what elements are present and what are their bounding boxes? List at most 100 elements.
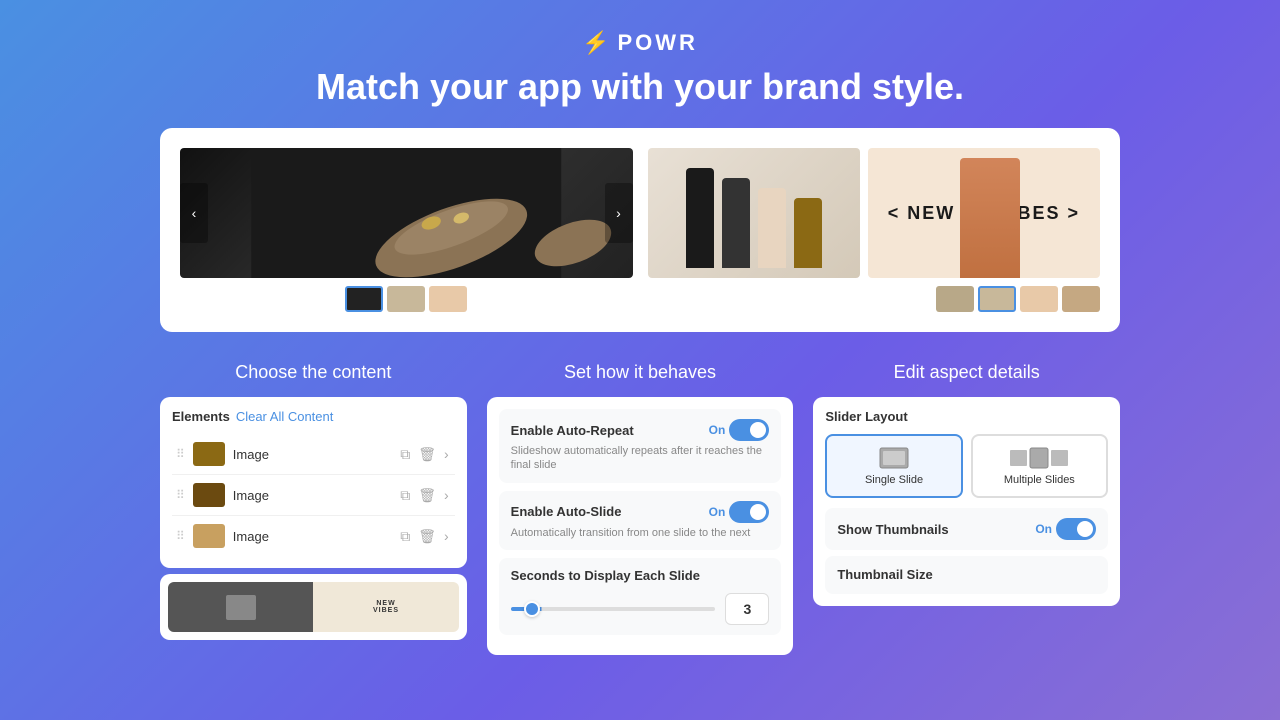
preview-mini: NEW VIBES [168, 582, 459, 632]
delete-icon-3[interactable]: 🗑 [416, 526, 438, 547]
single-slide-svg [878, 446, 910, 470]
element-label-1: Image [233, 447, 390, 462]
preview-right: < NEW VIBES > [648, 148, 1101, 312]
panel-behavior-title: Set how it behaves [487, 362, 794, 383]
delete-icon-2[interactable]: 🗑 [416, 485, 438, 506]
element-actions-3: ⧉ 🗑 › [398, 526, 450, 547]
thumbnail-size-row: Thumbnail Size [825, 556, 1108, 594]
logo-area: ⚡ POWR [0, 30, 1280, 56]
layout-options: Single Slide Multiple Slides [825, 434, 1108, 498]
delete-icon-1[interactable]: 🗑 [416, 444, 438, 465]
expand-icon-1[interactable]: › [442, 444, 451, 464]
layout-option-multiple[interactable]: Multiple Slides [971, 434, 1108, 498]
seconds-slider-row: 3 [511, 593, 770, 625]
slide-next-button[interactable]: › [605, 183, 633, 243]
multiple-slides-label: Multiple Slides [983, 474, 1096, 486]
thumbnail-size-label: Thumbnail Size [837, 567, 932, 582]
slide-vibes: < NEW VIBES > [868, 148, 1100, 278]
logo-text: POWR [617, 30, 697, 56]
thumbnails-right [648, 286, 1101, 312]
thumb-1[interactable] [345, 286, 383, 312]
slide-prev-button[interactable]: ‹ [180, 183, 208, 243]
element-actions-2: ⧉ 🗑 › [398, 485, 450, 506]
thumb-2[interactable] [387, 286, 425, 312]
show-thumbnails-row: Show Thumbnails On [825, 508, 1108, 550]
thumb-3[interactable] [429, 286, 467, 312]
panel-aspect-title: Edit aspect details [813, 362, 1120, 383]
auto-slide-desc: Automatically transition from one slide … [511, 526, 770, 540]
auto-slide-toggle-label: On [709, 505, 726, 519]
vibes-model [960, 158, 1020, 278]
slider-layout-label: Slider Layout [825, 409, 1108, 424]
preview-mini-left [168, 582, 313, 632]
clear-all-button[interactable]: Clear All Content [236, 409, 334, 424]
duplicate-icon-2[interactable]: ⧉ [398, 485, 412, 506]
thumb-r1[interactable] [936, 286, 974, 312]
preview-container: ‹ › < N [160, 128, 1120, 332]
thumbnails-toggle-label: On [1035, 522, 1052, 536]
drag-handle-2[interactable]: ⠿ [176, 488, 185, 502]
element-label-2: Image [233, 488, 390, 503]
element-thumb-2 [193, 483, 225, 507]
mini-text-vibes: VIBES [373, 607, 399, 614]
mini-image [226, 595, 256, 620]
panel-content: Choose the content Elements Clear All Co… [160, 362, 467, 655]
thumb-r2[interactable] [978, 286, 1016, 312]
seconds-slider-title: Seconds to Display Each Slide [511, 568, 770, 583]
preview-mini-right: NEW VIBES [313, 582, 458, 632]
person-1 [686, 168, 714, 268]
elements-header: Elements Clear All Content [172, 409, 455, 424]
element-thumb-1 [193, 442, 225, 466]
seconds-slider-section: Seconds to Display Each Slide 3 [499, 558, 782, 635]
auto-repeat-row: Enable Auto-Repeat On [511, 419, 770, 441]
preview-left: ‹ › [180, 148, 633, 312]
slide-hand: ‹ › [180, 148, 633, 278]
mini-text-new: NEW [376, 600, 395, 607]
element-thumb-3 [193, 524, 225, 548]
panel-aspect: Edit aspect details Slider Layout Single… [813, 362, 1120, 655]
multiple-slides-svg [1009, 446, 1069, 470]
drag-handle-1[interactable]: ⠿ [176, 447, 185, 461]
expand-icon-2[interactable]: › [442, 485, 451, 505]
auto-slide-item: Enable Auto-Slide On Automatically trans… [499, 491, 782, 550]
element-row-1: ⠿ Image ⧉ 🗑 › [172, 434, 455, 475]
auto-repeat-toggle-container: On [709, 419, 770, 441]
auto-slide-toggle[interactable] [729, 501, 769, 523]
elements-label: Elements [172, 409, 230, 424]
expand-icon-3[interactable]: › [442, 526, 451, 546]
seconds-slider-input[interactable] [511, 607, 716, 611]
vibes-left-text: < NEW [888, 203, 956, 224]
auto-repeat-desc: Slideshow automatically repeats after it… [511, 444, 770, 473]
person-4 [794, 198, 822, 268]
header: ⚡ POWR Match your app with your brand st… [0, 0, 1280, 128]
thumbnails-left [180, 286, 633, 312]
auto-repeat-item: Enable Auto-Repeat On Slideshow automati… [499, 409, 782, 483]
element-actions-1: ⧉ 🗑 › [398, 444, 450, 465]
powr-logo-icon: ⚡ [582, 30, 609, 56]
panel-behavior: Set how it behaves Enable Auto-Repeat On… [487, 362, 794, 655]
panel-aspect-card: Slider Layout Single Slide [813, 397, 1120, 606]
element-row-2: ⠿ Image ⧉ 🗑 › [172, 475, 455, 516]
layout-option-single[interactable]: Single Slide [825, 434, 962, 498]
duplicate-icon-1[interactable]: ⧉ [398, 444, 412, 465]
panel-behavior-card: Enable Auto-Repeat On Slideshow automati… [487, 397, 794, 655]
auto-repeat-toggle[interactable] [729, 419, 769, 441]
show-thumbnails-label: Show Thumbnails [837, 522, 948, 537]
drag-handle-3[interactable]: ⠿ [176, 529, 185, 543]
auto-slide-row: Enable Auto-Slide On [511, 501, 770, 523]
element-label-3: Image [233, 529, 390, 544]
panel-content-title: Choose the content [160, 362, 467, 383]
auto-slide-toggle-container: On [709, 501, 770, 523]
show-thumbnails-toggle[interactable] [1056, 518, 1096, 540]
duplicate-icon-3[interactable]: ⧉ [398, 526, 412, 547]
thumb-r3[interactable] [1020, 286, 1058, 312]
slide-pair: < NEW VIBES > [648, 148, 1101, 278]
panels-row: Choose the content Elements Clear All Co… [160, 362, 1120, 655]
thumb-r4[interactable] [1062, 286, 1100, 312]
auto-slide-title: Enable Auto-Slide [511, 504, 622, 519]
single-slide-label: Single Slide [837, 474, 950, 486]
preview-card-bottom: NEW VIBES [160, 574, 467, 640]
auto-repeat-title: Enable Auto-Repeat [511, 423, 634, 438]
hand-image [180, 148, 633, 278]
seconds-value-box: 3 [725, 593, 769, 625]
